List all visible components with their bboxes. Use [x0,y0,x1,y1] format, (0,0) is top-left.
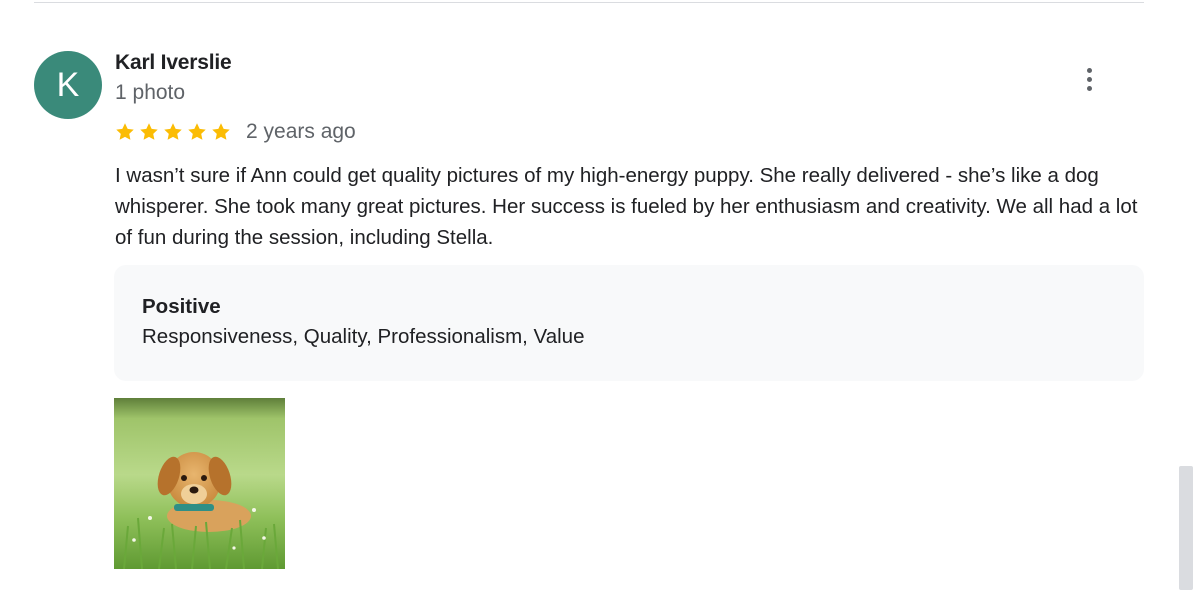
reviewer-name[interactable]: Karl Iverslie [115,51,232,75]
more-vert-icon-dot [1086,76,1092,82]
reviewer-photo-count[interactable]: 1 photo [115,81,185,105]
more-vert-icon-dot [1086,85,1092,91]
star-rating [114,121,232,143]
review-photo[interactable] [114,398,285,569]
avatar-initial: K [56,66,80,104]
review-date: 2 years ago [246,120,356,143]
avatar[interactable]: K [34,51,102,119]
highlights-title: Positive [142,295,221,318]
review-text: I wasn’t sure if Ann could get quality p… [115,164,1138,249]
scrollbar-thumb[interactable] [1179,466,1193,590]
rating-row: 2 years ago [114,117,356,147]
star-icon [188,123,206,140]
more-vert-icon [1086,67,1092,73]
review-card: K Karl Iverslie 1 photo 2 years ago I wa… [0,0,1200,591]
more-options-button[interactable] [1074,62,1104,96]
star-icon [164,123,182,140]
star-icon [212,123,230,140]
review-highlights: Positive Responsiveness, Quality, Profes… [114,265,1144,381]
top-divider [34,2,1144,3]
highlights-values: Responsiveness, Quality, Professionalism… [142,325,585,348]
puppy-photo-icon [114,398,285,569]
star-icon [116,123,134,140]
star-icon [140,123,158,140]
